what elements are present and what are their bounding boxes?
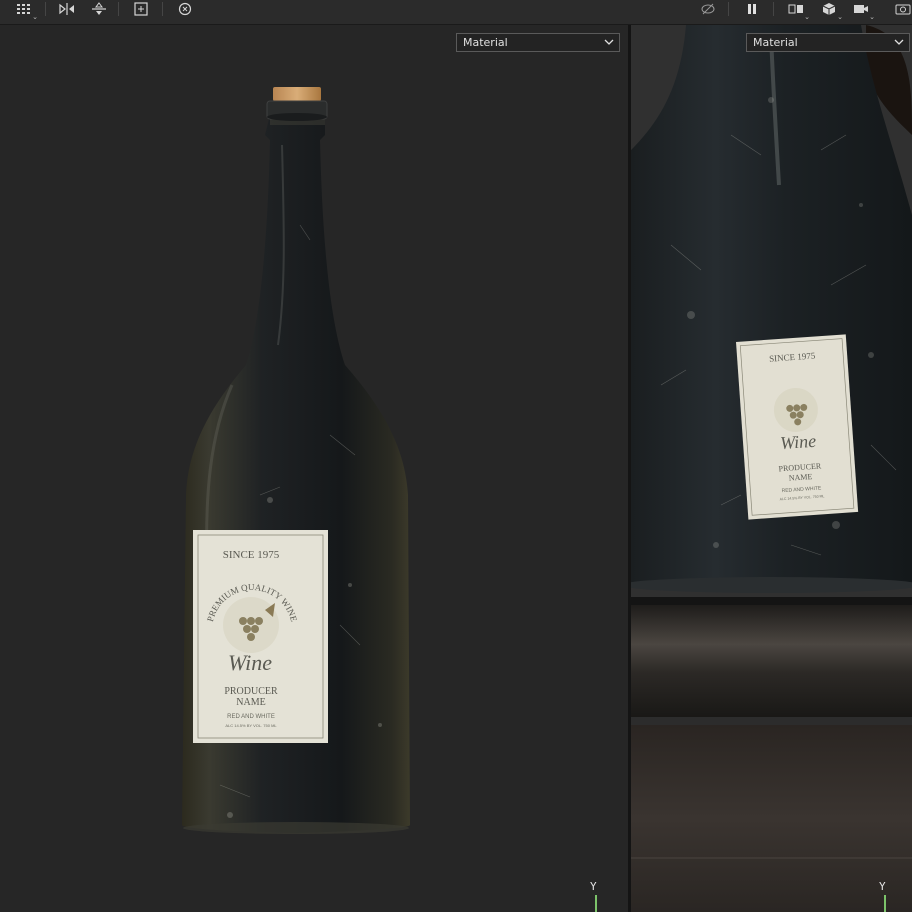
hide-icon[interactable] [697,0,719,18]
axis-gizmo-right: Y [879,880,893,912]
axis-y-label-right: Y [879,880,886,893]
reset-view-icon[interactable] [174,0,196,18]
align-icon[interactable] [88,0,110,18]
grid-menu-icon[interactable]: ⌄ [13,0,38,21]
toolbar-separator [45,2,46,16]
add-frame-icon[interactable] [130,0,152,18]
axis-y-line [595,895,597,912]
label-closeup: SINCE 1975 Wine PRODUCER NAME RED AND WH… [736,334,859,520]
viewport-mode-select-right[interactable]: Material [746,33,910,52]
toolbar-separator [728,2,729,16]
label-name: NAME [236,697,265,708]
toolbar-separator [773,2,774,16]
texture-strip-1 [631,605,912,717]
viewport-left[interactable]: Material SINCE 1975 PREMIUM QUALITY WINE… [0,25,628,912]
chevron-down-icon [894,37,904,50]
pause-icon[interactable] [741,0,763,18]
bottle-label: SINCE 1975 PREMIUM QUALITY WINE Wine PRO… [193,530,328,743]
viewport-right[interactable]: SINCE 1975 Wine PRODUCER NAME RED AND WH… [631,25,912,912]
split-view-icon[interactable]: ⌄ [785,0,810,21]
closeup-label-script: Wine [779,431,816,453]
axis-y-label: Y [590,880,597,893]
axis-gizmo: Y [590,880,604,912]
label-producer: PRODUCER [224,686,278,697]
axis-y-line-right [884,895,886,912]
toolbar-separator [118,2,119,16]
label-since: SINCE 1975 [223,549,280,561]
label-fine: ALC 14.5% BY VOL. 750 ML [225,723,277,728]
closeup-label-name: NAME [789,472,813,483]
cube-icon[interactable]: ⌄ [818,0,843,21]
camera-icon[interactable]: ⌄ [850,0,875,21]
cork [273,87,321,101]
viewport-toolbar: ⌄ ⌄ ⌄ ⌄ [0,0,912,25]
label-sub: RED AND WHITE [227,714,275,720]
texture-closeup: SINCE 1975 Wine PRODUCER NAME RED AND WH… [631,25,912,912]
toolbar-separator [162,2,163,16]
wine-bottle-model: SINCE 1975 PREMIUM QUALITY WINE Wine PRO… [182,87,410,834]
viewport-mode-value-right: Material [753,36,798,49]
mirror-icon[interactable] [56,0,78,18]
screenshot-icon[interactable] [892,0,912,18]
texture-strip-2 [631,725,912,912]
label-script: Wine [228,650,272,675]
